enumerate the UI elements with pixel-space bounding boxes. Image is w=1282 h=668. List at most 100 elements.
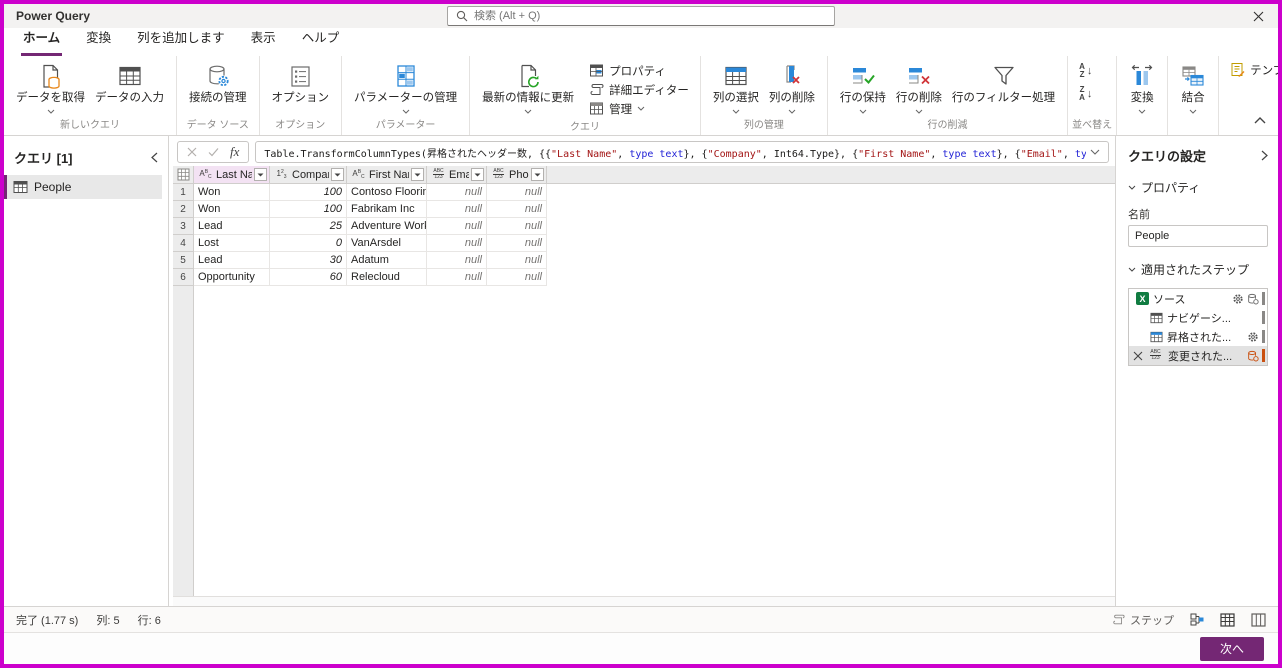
column-header-phone[interactable]: ABC123 Phone [487,166,547,184]
gear-icon[interactable] [1247,331,1259,343]
row-number[interactable]: 6 [173,269,194,286]
combine-button[interactable]: 結合 [1175,60,1211,116]
manage-parameters-button[interactable]: パラメーターの管理 [349,60,462,116]
status-columns: 列: 5 [96,614,120,627]
cell[interactable]: Won [194,184,270,201]
row-number[interactable]: 3 [173,218,194,235]
cell[interactable]: 25 [270,218,347,235]
search-box[interactable] [447,6,835,26]
chevron-down-icon [637,106,645,111]
cell[interactable]: Won [194,201,270,218]
cell[interactable]: 30 [270,252,347,269]
remove-columns-button[interactable]: 列の削除 [764,60,820,116]
filter-dropdown-button[interactable] [254,168,267,181]
cell[interactable]: null [427,235,487,252]
cell[interactable]: null [427,184,487,201]
cell[interactable]: null [487,218,547,235]
manage-query-button[interactable]: 管理 [585,99,649,118]
cell[interactable]: null [487,235,547,252]
cell[interactable]: Contoso Flooring [347,184,427,201]
formula-text: Table.TransformColumnTypes(昇格されたヘッダー数, {… [264,148,1086,160]
cell[interactable]: 100 [270,201,347,218]
filter-dropdown-button[interactable] [331,168,344,181]
cell[interactable]: Adventure Works [347,218,427,235]
cell[interactable]: Fabrikam Inc [347,201,427,218]
properties-button[interactable]: プロパティ [585,61,670,80]
column-header-company[interactable]: 123 Company [270,166,347,184]
column-header-email[interactable]: ABC123 Email [427,166,487,184]
delete-step-icon[interactable] [1133,351,1143,361]
cell[interactable]: 0 [270,235,347,252]
cell[interactable]: 60 [270,269,347,286]
query-name-input[interactable] [1128,225,1268,247]
any-type-icon: ABC 123 [433,168,444,180]
search-input[interactable] [474,10,826,22]
cell[interactable]: null [487,269,547,286]
step-promoted-headers[interactable]: 昇格された... [1129,327,1267,346]
cell[interactable]: null [427,201,487,218]
gear-icon[interactable] [1232,293,1244,305]
step-source[interactable]: X ソース [1129,289,1267,308]
collapse-settings-pane-button[interactable] [1261,150,1268,161]
column-header-last-name[interactable]: ABC Last Name [194,166,270,184]
schema-view-button[interactable] [1251,612,1266,627]
cell[interactable]: null [427,252,487,269]
advanced-editor-button[interactable]: 詳細エディター [585,80,693,99]
sort-ascending-button[interactable]: AZ ↓ [1079,63,1092,79]
step-changed-type[interactable]: ABC 123 変更された... [1129,346,1267,365]
export-template-button[interactable]: テンプレートのエクスポート [1226,60,1278,79]
cell[interactable]: null [487,184,547,201]
close-button[interactable] [1251,9,1266,24]
cell[interactable]: null [487,252,547,269]
sort-descending-button[interactable]: ZA ↓ [1079,86,1092,102]
cell[interactable]: Relecloud [347,269,427,286]
column-header-first-name[interactable]: ABC First Name [347,166,427,184]
manage-connections-button[interactable]: 接続の管理 [184,60,252,105]
keep-rows-button[interactable]: 行の保持 [835,60,891,116]
remove-rows-button[interactable]: 行の削除 [891,60,947,116]
enter-data-button[interactable]: データの入力 [90,60,169,105]
cell[interactable]: Adatum [347,252,427,269]
cancel-formula-icon[interactable] [187,147,197,157]
filter-dropdown-button[interactable] [531,168,544,181]
data-view-button[interactable] [1220,612,1235,627]
get-data-button[interactable]: データを取得 [11,60,90,116]
collapse-queries-pane-button[interactable] [151,152,158,163]
main-area: クエリ [1] People fx Table.TransformColumnT… [4,136,1278,606]
options-button[interactable]: オプション [267,60,335,105]
step-navigation[interactable]: ナビゲーシ... [1129,308,1267,327]
sort-az-icon: AZ [1079,62,1085,79]
filter-dropdown-button[interactable] [471,168,484,181]
cell[interactable]: null [487,201,547,218]
expand-formula-icon[interactable] [1090,147,1100,158]
filter-dropdown-button[interactable] [411,168,424,181]
filter-rows-button[interactable]: 行のフィルター処理 [947,60,1060,105]
cell[interactable]: null [427,218,487,235]
row-number[interactable]: 1 [173,184,194,201]
cell[interactable]: VanArsdel [347,235,427,252]
applied-steps-section-toggle[interactable]: 適用されたステップ [1128,261,1268,278]
query-list-item-people[interactable]: People [4,175,162,199]
grid-header-row: ABC Last Name 123 Company ABC First Name [173,166,1115,184]
cell[interactable]: Lost [194,235,270,252]
next-button[interactable]: 次へ [1200,636,1264,661]
refresh-button[interactable]: 最新の情報に更新 [477,60,579,116]
horizontal-scrollbar[interactable] [173,596,1115,606]
row-number[interactable]: 2 [173,201,194,218]
cell[interactable]: Opportunity [194,269,270,286]
cell[interactable]: Lead [194,252,270,269]
collapse-ribbon-button[interactable] [1254,112,1266,127]
row-number[interactable]: 4 [173,235,194,252]
commit-formula-icon[interactable] [208,147,219,157]
formula-input[interactable]: Table.TransformColumnTypes(昇格されたヘッダー数, {… [255,141,1109,163]
diagram-view-button[interactable] [1190,613,1204,626]
properties-section-toggle[interactable]: プロパティ [1128,179,1268,196]
cell[interactable]: Lead [194,218,270,235]
cell[interactable]: 100 [270,184,347,201]
select-all-button[interactable] [173,166,194,184]
transform-button[interactable]: 変換 [1124,60,1160,116]
choose-columns-button[interactable]: 列の選択 [708,60,764,116]
steps-button[interactable]: ステップ [1112,612,1174,628]
row-number[interactable]: 5 [173,252,194,269]
cell[interactable]: null [427,269,487,286]
